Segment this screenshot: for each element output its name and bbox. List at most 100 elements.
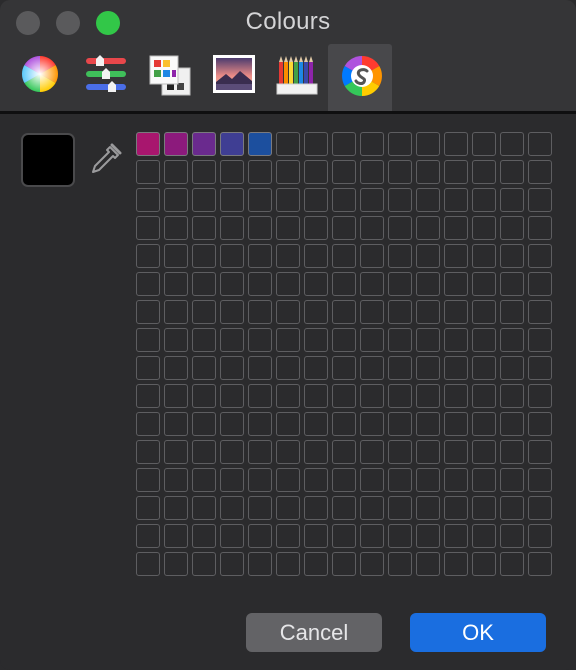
swatch-cell[interactable]: [248, 552, 272, 576]
swatch-cell[interactable]: [500, 496, 524, 520]
swatch-cell[interactable]: [248, 272, 272, 296]
swatch-cell[interactable]: [444, 496, 468, 520]
swatch-cell[interactable]: [388, 356, 412, 380]
swatch-cell[interactable]: [164, 244, 188, 268]
swatch-cell[interactable]: [416, 524, 440, 548]
swatch-cell[interactable]: [416, 216, 440, 240]
swatch-cell[interactable]: [472, 524, 496, 548]
swatch-cell[interactable]: [332, 524, 356, 548]
swatch-cell[interactable]: [500, 272, 524, 296]
swatch-cell[interactable]: [388, 524, 412, 548]
swatch-cell[interactable]: [304, 552, 328, 576]
swatch-cell[interactable]: [304, 468, 328, 492]
swatch-cell[interactable]: [136, 356, 160, 380]
swatch-cell[interactable]: [220, 132, 244, 156]
swatch-cell[interactable]: [276, 300, 300, 324]
swatch-cell[interactable]: [192, 440, 216, 464]
swatch-cell[interactable]: [472, 272, 496, 296]
swatch-cell[interactable]: [192, 300, 216, 324]
swatch-cell[interactable]: [416, 356, 440, 380]
swatch-cell[interactable]: [192, 412, 216, 436]
swatch-cell[interactable]: [388, 412, 412, 436]
current-colour-swatch[interactable]: [21, 133, 75, 187]
swatch-cell[interactable]: [220, 496, 244, 520]
swatch-cell[interactable]: [332, 160, 356, 184]
swatch-cell[interactable]: [192, 160, 216, 184]
swatch-cell[interactable]: [304, 328, 328, 352]
swatch-cell[interactable]: [164, 384, 188, 408]
swatch-cell[interactable]: [388, 384, 412, 408]
swatch-cell[interactable]: [276, 440, 300, 464]
swatch-cell[interactable]: [528, 412, 552, 436]
swatch-cell[interactable]: [192, 188, 216, 212]
swatch-cell[interactable]: [220, 552, 244, 576]
cancel-button[interactable]: Cancel: [246, 613, 382, 652]
swatch-cell[interactable]: [220, 440, 244, 464]
swatch-cell[interactable]: [416, 132, 440, 156]
swatch-cell[interactable]: [528, 132, 552, 156]
swatch-cell[interactable]: [332, 496, 356, 520]
swatch-cell[interactable]: [164, 412, 188, 436]
swatch-cell[interactable]: [220, 188, 244, 212]
swatch-cell[interactable]: [416, 188, 440, 212]
tab-colour-wheel[interactable]: [8, 44, 72, 112]
swatch-cell[interactable]: [276, 524, 300, 548]
swatch-cell[interactable]: [136, 188, 160, 212]
swatch-cell[interactable]: [276, 384, 300, 408]
swatch-cell[interactable]: [220, 328, 244, 352]
swatch-cell[interactable]: [472, 160, 496, 184]
swatch-cell[interactable]: [528, 188, 552, 212]
swatch-cell[interactable]: [500, 412, 524, 436]
swatch-cell[interactable]: [332, 384, 356, 408]
swatch-cell[interactable]: [304, 216, 328, 240]
swatch-cell[interactable]: [220, 272, 244, 296]
swatch-cell[interactable]: [472, 468, 496, 492]
swatch-cell[interactable]: [248, 412, 272, 436]
swatch-cell[interactable]: [276, 412, 300, 436]
swatch-cell[interactable]: [416, 384, 440, 408]
swatch-cell[interactable]: [528, 552, 552, 576]
swatch-cell[interactable]: [500, 384, 524, 408]
swatch-cell[interactable]: [416, 496, 440, 520]
swatch-cell[interactable]: [248, 188, 272, 212]
swatch-cell[interactable]: [192, 216, 216, 240]
swatch-cell[interactable]: [500, 132, 524, 156]
swatch-cell[interactable]: [360, 384, 384, 408]
swatch-cell[interactable]: [388, 272, 412, 296]
swatch-cell[interactable]: [444, 244, 468, 268]
swatch-cell[interactable]: [136, 132, 160, 156]
swatch-cell[interactable]: [304, 412, 328, 436]
swatch-cell[interactable]: [304, 524, 328, 548]
swatch-cell[interactable]: [500, 328, 524, 352]
swatch-cell[interactable]: [528, 524, 552, 548]
swatch-cell[interactable]: [528, 216, 552, 240]
swatch-cell[interactable]: [472, 440, 496, 464]
swatch-cell[interactable]: [444, 300, 468, 324]
swatch-cell[interactable]: [360, 216, 384, 240]
swatch-cell[interactable]: [360, 244, 384, 268]
swatch-cell[interactable]: [220, 300, 244, 324]
swatch-cell[interactable]: [304, 356, 328, 380]
swatch-cell[interactable]: [472, 384, 496, 408]
swatch-cell[interactable]: [500, 468, 524, 492]
swatch-cell[interactable]: [136, 440, 160, 464]
swatch-cell[interactable]: [332, 244, 356, 268]
swatch-cell[interactable]: [164, 552, 188, 576]
swatch-cell[interactable]: [164, 440, 188, 464]
swatch-cell[interactable]: [444, 216, 468, 240]
swatch-cell[interactable]: [164, 468, 188, 492]
swatch-cell[interactable]: [192, 384, 216, 408]
swatch-cell[interactable]: [304, 132, 328, 156]
swatch-cell[interactable]: [444, 328, 468, 352]
swatch-cell[interactable]: [276, 216, 300, 240]
tab-pencils[interactable]: [264, 44, 328, 112]
swatch-cell[interactable]: [472, 552, 496, 576]
swatch-cell[interactable]: [248, 328, 272, 352]
swatch-cell[interactable]: [248, 384, 272, 408]
swatch-cell[interactable]: [444, 468, 468, 492]
swatch-cell[interactable]: [500, 244, 524, 268]
swatch-cell[interactable]: [416, 272, 440, 296]
swatch-cell[interactable]: [416, 412, 440, 436]
swatch-cell[interactable]: [248, 496, 272, 520]
swatch-cell[interactable]: [472, 216, 496, 240]
